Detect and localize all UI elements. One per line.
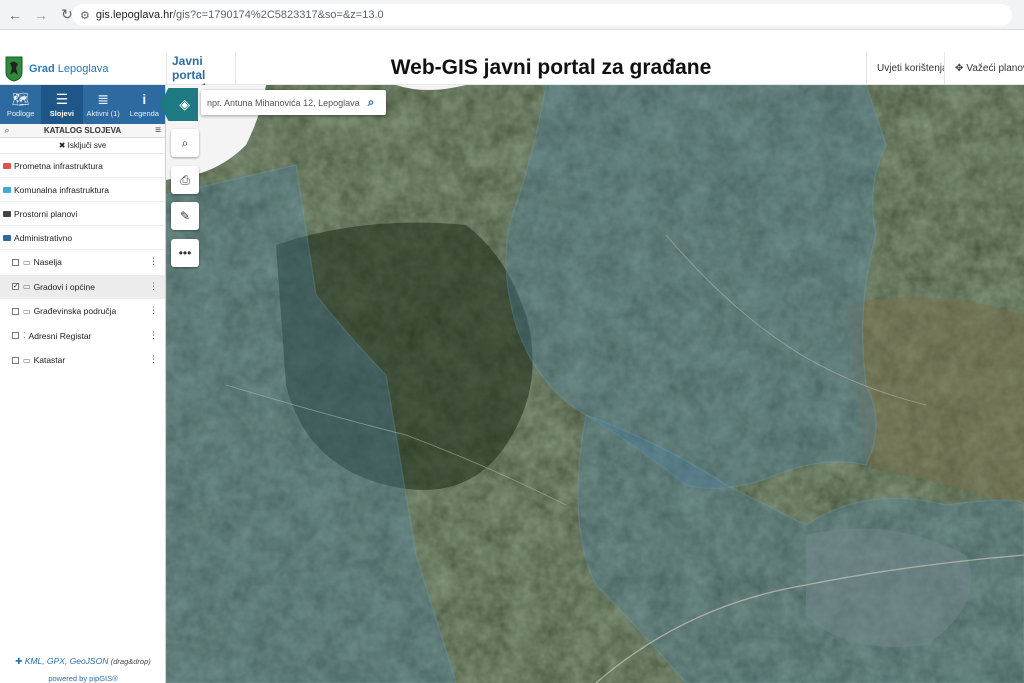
folder-open-icon <box>3 234 11 241</box>
layer-options-icon[interactable]: ⋮ <box>149 354 158 365</box>
group-prometna[interactable]: Prometna infrastruktura <box>0 154 165 178</box>
layer-checkbox[interactable] <box>12 356 19 364</box>
catalog-title: KATALOG SLOJEVA <box>43 126 122 135</box>
sidebar: 🗺︎ Podloge ☰ Slojevi ≣ Aktivni (1) i Leg… <box>0 85 166 683</box>
search-tool-button[interactable]: ⌕ <box>171 129 199 157</box>
valid-plans-label: Važeći planovi na <box>966 63 1024 74</box>
layer-adresni-registar[interactable]: ⁚ Adresni Registar ⋮ <box>0 324 165 349</box>
tab-label: Aktivni (1) <box>86 109 120 118</box>
polygon-layer-icon: ▭ <box>23 355 31 365</box>
catalog-menu-icon[interactable]: ≡ <box>151 125 165 136</box>
brand-word-grad: Grad <box>29 62 55 75</box>
more-tools-button[interactable]: ••• <box>171 239 199 267</box>
layer-label: Adresni Registar <box>28 330 92 341</box>
catalog-search-icon[interactable]: ⌕ <box>0 125 14 136</box>
tab-podloge[interactable]: 🗺︎ Podloge <box>0 85 41 124</box>
portal-title: Javni portal <box>172 54 206 82</box>
exclude-all-button[interactable]: ✖ Isključi sve <box>0 138 165 154</box>
folder-icon <box>3 162 11 169</box>
folder-icon <box>3 210 11 217</box>
layers-list-icon: ☰ <box>55 91 69 107</box>
polygon-layer-icon: ▭ <box>23 257 31 267</box>
arrow-right-icon[interactable]: → <box>30 4 52 26</box>
satellite-imagery <box>166 85 1024 683</box>
measure-button[interactable]: ✎ <box>171 202 199 230</box>
import-formats: KML, GPX, GeoJSON <box>24 656 109 666</box>
sidebar-tabs: 🗺︎ Podloge ☰ Slojevi ≣ Aktivni (1) i Leg… <box>0 85 165 124</box>
terms-link-label: Uvjeti korištenja <box>877 63 944 74</box>
brand-name: Grad Lepoglava <box>29 63 109 75</box>
layer-options-icon[interactable]: ⋮ <box>149 256 158 267</box>
address-search[interactable]: ⌕ <box>201 90 386 115</box>
search-icon: ⌕ <box>181 135 189 150</box>
layer-naselja[interactable]: ▭ Naselja ⋮ <box>0 250 165 275</box>
layers-icon: ◈ <box>179 96 190 112</box>
print-button[interactable]: ⎙ <box>171 166 199 194</box>
tab-label: Legenda <box>129 109 159 118</box>
polygon-layer-icon: ▭ <box>23 306 31 316</box>
print-icon: ⎙ <box>180 172 190 187</box>
url-host: gis.lepoglava.hr <box>95 9 173 21</box>
catalog-bar: ⌕ KATALOG SLOJEVA ≡ <box>0 124 165 138</box>
address-search-input[interactable] <box>201 92 361 113</box>
layer-gradjevinska[interactable]: ▭ Građevinska područja ⋮ <box>0 299 165 324</box>
layer-label: Građevinska područja <box>33 306 117 317</box>
polygon-layer-icon: ▭ <box>23 282 31 292</box>
group-komunalna[interactable]: Komunalna infrastruktura <box>0 178 165 202</box>
site-settings-icon[interactable]: ⚙ <box>80 9 90 22</box>
layer-checkbox[interactable] <box>12 307 19 315</box>
group-label: Prostorni planovi <box>14 208 78 219</box>
group-administrativno[interactable]: Administrativno <box>0 226 165 250</box>
tab-label: Podloge <box>6 109 35 118</box>
browser-toolbar: ← → ↻ ⚙ gis.lepoglava.hr /gis?c=1790174%… <box>0 0 1024 30</box>
layer-checkbox[interactable] <box>12 258 19 266</box>
layer-katastar[interactable]: ▭ Katastar ⋮ <box>0 348 165 373</box>
layer-options-icon[interactable]: ⋮ <box>149 305 158 316</box>
import-files-link[interactable]: ✚ KML, GPX, GeoJSON (drag&drop) <box>0 656 166 667</box>
brand-word-town: Lepoglava <box>57 62 109 75</box>
ruler-icon: ✎ <box>179 209 191 223</box>
group-label: Prometna infrastruktura <box>14 160 103 171</box>
tab-legenda[interactable]: i Legenda <box>124 85 165 124</box>
layer-checkbox[interactable] <box>12 332 19 340</box>
tab-aktivni[interactable]: ≣ Aktivni (1) <box>83 85 124 124</box>
layer-gradovi-opcine[interactable]: ✓ ▭ Gradovi i općine ⋮ <box>0 274 165 299</box>
layer-checkbox-checked[interactable]: ✓ <box>12 283 19 291</box>
move-icon: ✥ <box>955 63 964 74</box>
layer-label: Naselja <box>33 257 62 268</box>
app-header: Grad Lepoglava Javni portal za građane W… <box>0 52 1024 94</box>
group-label: Komunalna infrastruktura <box>14 184 109 195</box>
portal-label: Javni portal za građane <box>166 52 236 94</box>
arrow-left-icon[interactable]: ← <box>4 4 26 26</box>
search-icon[interactable]: ⌕ <box>361 95 381 110</box>
powered-by[interactable]: powered by pipGIS® <box>0 674 166 683</box>
group-prostorni[interactable]: Prostorni planovi <box>0 202 165 226</box>
layer-options-icon[interactable]: ⋮ <box>149 330 158 341</box>
brand-logo[interactable]: Grad Lepoglava <box>0 52 166 85</box>
address-bar[interactable]: ⚙ gis.lepoglava.hr /gis?c=1790174%2C5823… <box>72 4 1012 26</box>
active-list-icon: ≣ <box>97 91 109 107</box>
layer-label: Gradovi i općine <box>33 281 95 292</box>
map-icon: 🗺︎ <box>11 91 30 107</box>
page-title: Web-GIS javni portal za građane <box>390 56 712 79</box>
map-canvas[interactable] <box>166 85 1024 683</box>
folder-icon <box>3 186 11 193</box>
tab-slojevi[interactable]: ☰ Slojevi <box>41 85 83 124</box>
coat-of-arms-icon <box>5 56 23 82</box>
group-label: Administrativno <box>14 232 73 243</box>
plus-icon: ✚ <box>15 656 23 666</box>
url-path: /gis?c=1790174%2C5823317&so=&z=13.0 <box>172 9 384 21</box>
layer-options-icon[interactable]: ⋮ <box>149 281 158 292</box>
terms-link[interactable]: Uvjeti korištenja <box>866 52 944 85</box>
point-layer-icon: ⁚ <box>23 331 26 341</box>
valid-plans-link[interactable]: ✥ Važeći planovi na <box>944 52 1024 85</box>
layer-label: Katastar <box>33 355 66 366</box>
tab-label: Slojevi <box>49 109 74 118</box>
import-hint: (drag&drop) <box>110 657 151 666</box>
info-icon: i <box>142 91 147 107</box>
more-icon: ••• <box>178 246 192 260</box>
